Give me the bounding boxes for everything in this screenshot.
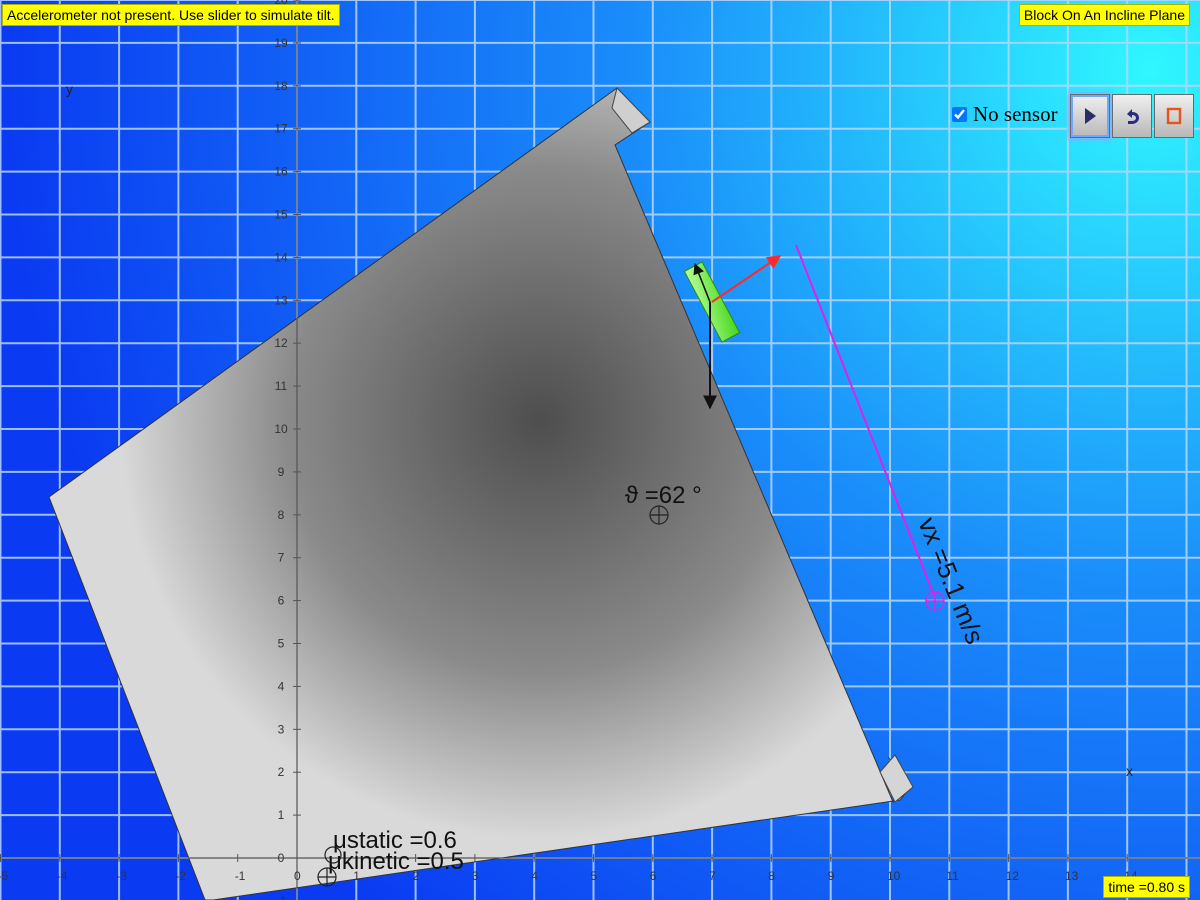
x-tick-label: -5	[0, 869, 8, 883]
angle-readout: ϑ =62 °	[625, 482, 702, 509]
simulation-canvas[interactable]: -5-4-3-2-101234567891011121314-101234567…	[0, 0, 1200, 900]
y-tick-label: 11	[275, 379, 288, 393]
x-tick-label: 7	[709, 869, 716, 883]
x-tick-label: 0	[294, 869, 301, 883]
y-tick-label: 8	[278, 508, 285, 522]
x-tick-label: 13	[1065, 869, 1079, 883]
x-axis-label: x	[1126, 763, 1133, 779]
stop-button[interactable]	[1154, 94, 1194, 138]
y-tick-label: 15	[274, 208, 288, 222]
reset-icon	[1127, 109, 1139, 124]
y-tick-label: 0	[278, 851, 285, 865]
mu-kinetic-readout: μkinetic =0.5	[328, 848, 464, 875]
no-sensor-toggle[interactable]: No sensor	[952, 102, 1058, 127]
x-tick-label: 9	[828, 869, 835, 883]
x-tick-label: -3	[116, 869, 127, 883]
x-tick-label: 6	[650, 869, 657, 883]
x-tick-label: -1	[235, 869, 246, 883]
y-tick-label: 9	[278, 465, 285, 479]
play-button[interactable]	[1070, 94, 1110, 138]
y-tick-label: 4	[278, 679, 285, 693]
y-tick-label: 6	[278, 594, 285, 608]
y-tick-label: -1	[276, 894, 287, 900]
y-tick-label: 12	[274, 336, 288, 350]
stop-icon	[1166, 107, 1182, 125]
y-tick-label: 5	[278, 637, 285, 651]
y-tick-label: 10	[274, 422, 288, 436]
y-tick-label: 17	[274, 122, 288, 136]
x-tick-label: 4	[531, 869, 538, 883]
y-tick-label: 16	[274, 165, 288, 179]
x-tick-label: -4	[57, 869, 68, 883]
y-tick-label: 3	[278, 722, 285, 736]
x-tick-label: -2	[175, 869, 186, 883]
play-icon	[1085, 108, 1096, 124]
y-tick-label: 7	[278, 551, 285, 565]
y-tick-label: 19	[274, 36, 288, 50]
x-tick-label: 11	[946, 869, 959, 883]
y-tick-label: 2	[278, 765, 285, 779]
y-axis-label: y	[66, 81, 73, 97]
x-tick-label: 8	[768, 869, 775, 883]
playback-controls	[1070, 94, 1194, 138]
y-tick-label: 13	[274, 293, 288, 307]
y-tick-label: 18	[274, 79, 288, 93]
x-tick-label: 3	[472, 869, 479, 883]
reset-button[interactable]	[1112, 94, 1152, 138]
app-title: Block On An Incline Plane	[1018, 4, 1190, 26]
no-sensor-checkbox[interactable]	[952, 107, 967, 122]
y-tick-label: 1	[278, 808, 285, 822]
x-tick-label: 5	[591, 869, 598, 883]
time-readout: time =0.80 s	[1103, 876, 1190, 898]
no-sensor-label: No sensor	[973, 102, 1058, 126]
y-tick-label: 14	[274, 250, 288, 264]
x-tick-label: 12	[1006, 869, 1020, 883]
status-message: Accelerometer not present. Use slider to…	[2, 4, 340, 26]
x-tick-label: 10	[887, 869, 901, 883]
